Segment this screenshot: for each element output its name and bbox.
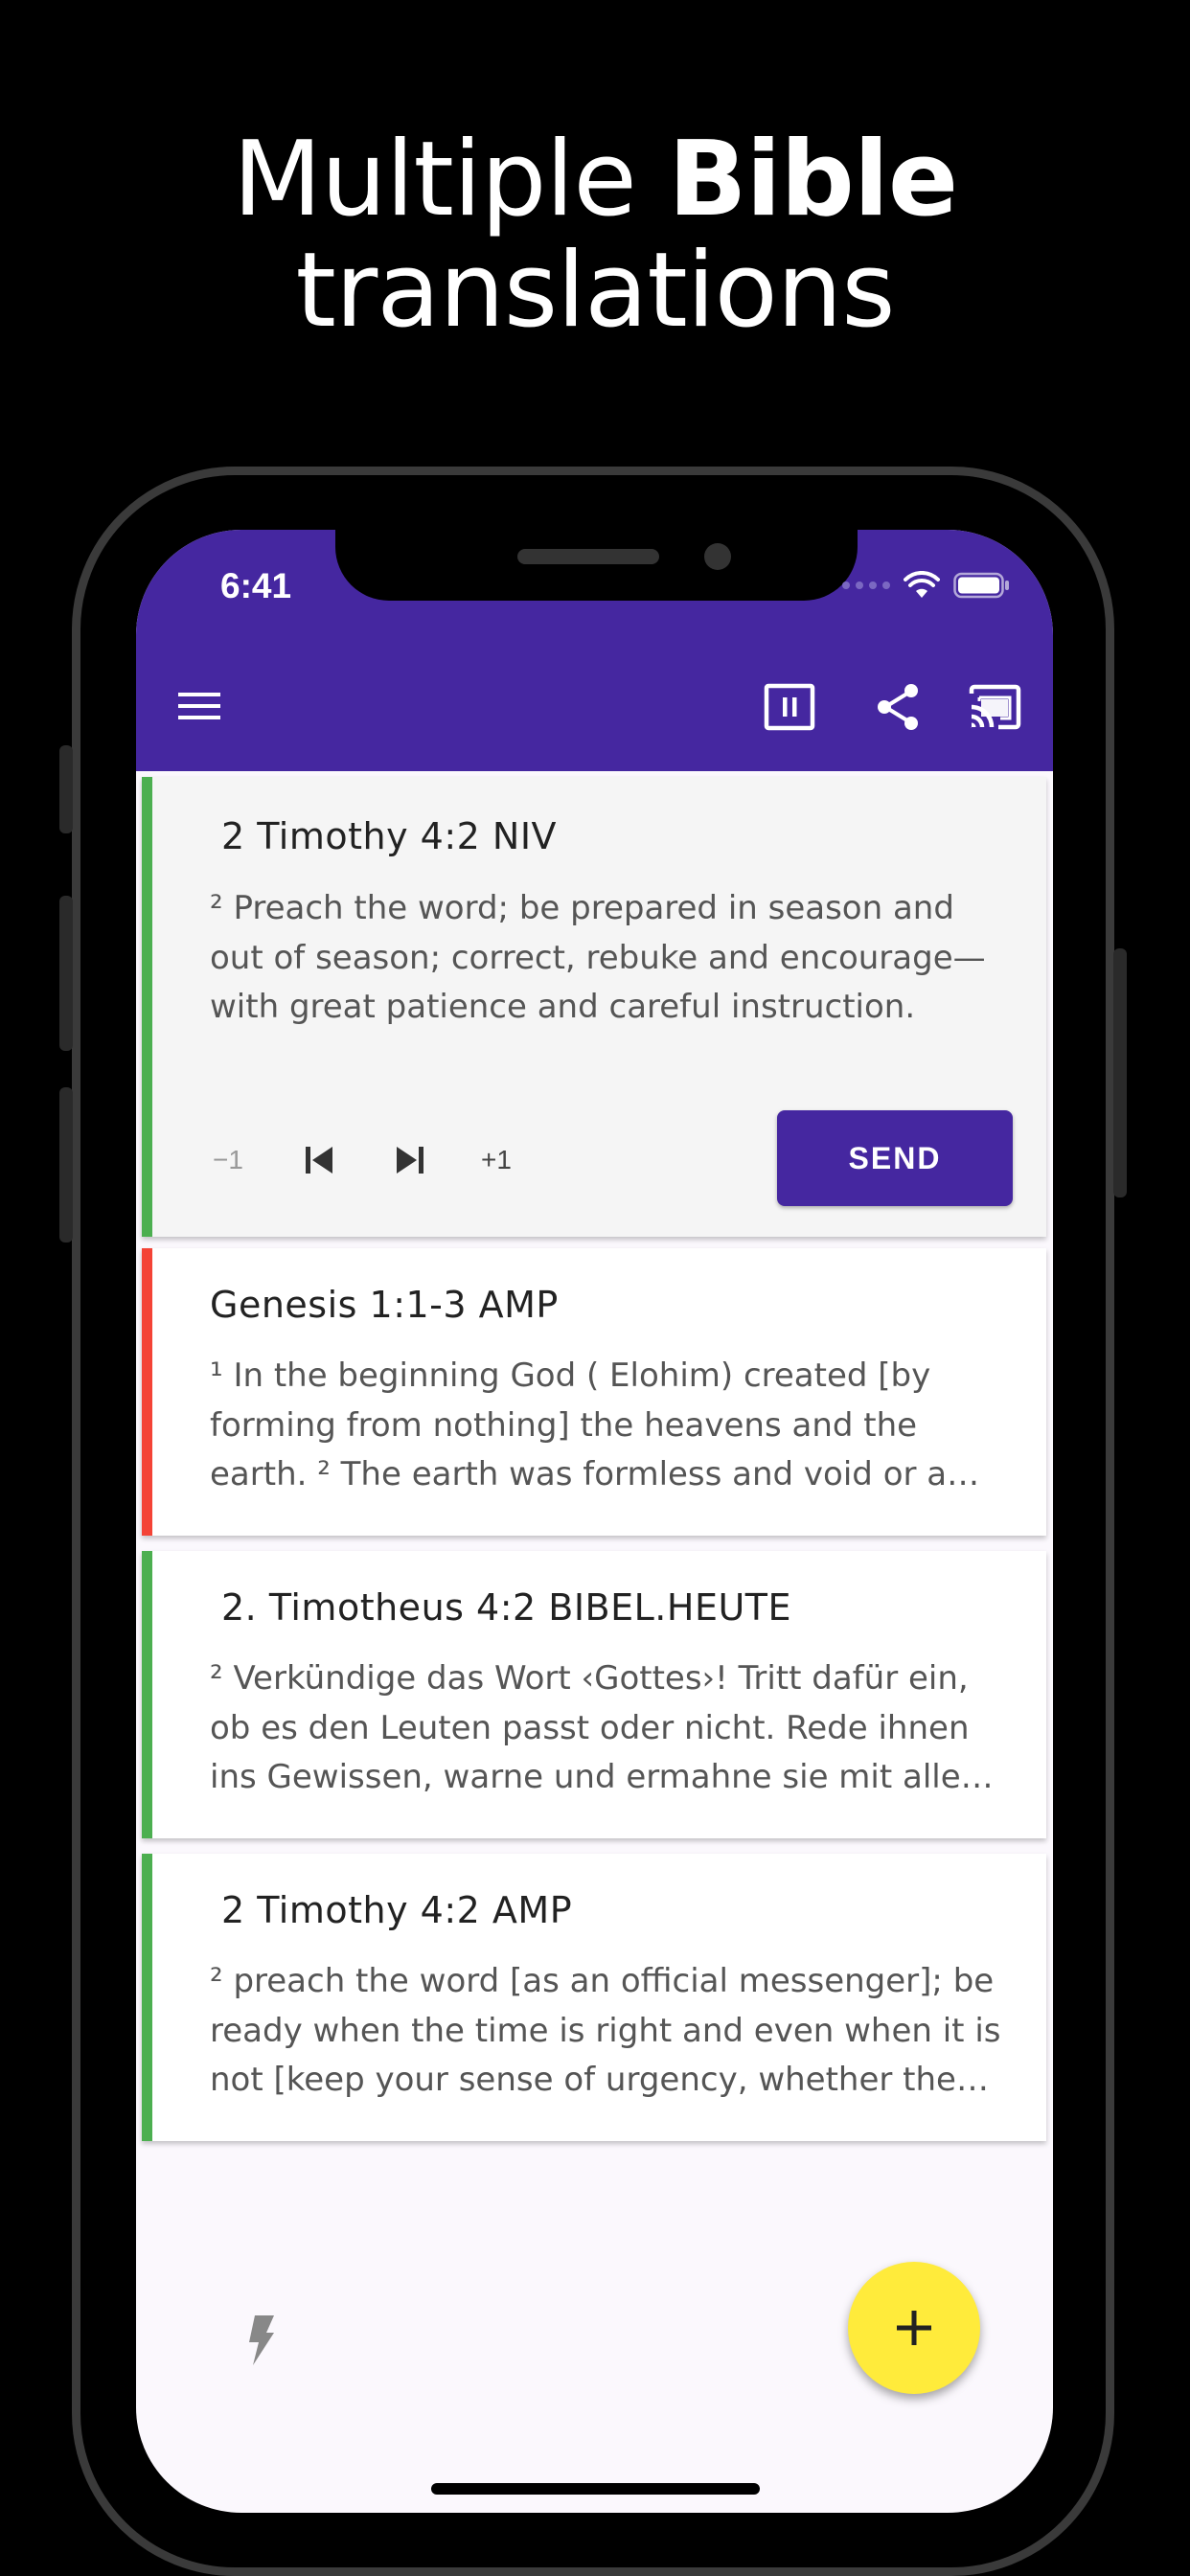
wifi-icon [904,571,940,598]
plus-one-button[interactable]: +1 [463,1112,530,1208]
quick-action-button[interactable] [241,2312,280,2369]
skip-next-icon [397,1147,423,1174]
pause-button[interactable] [761,678,818,736]
cast-icon [969,684,1021,730]
notch [335,530,858,601]
passage-card[interactable]: 2. Timotheus 4:2 BIBEL.HEUTE ² Verkündig… [142,1551,1046,1838]
pause-icon [764,683,815,731]
cast-button[interactable] [966,678,1023,736]
minus-one-button[interactable]: −1 [199,1112,257,1208]
home-indicator[interactable] [431,2483,760,2495]
add-passage-button[interactable] [848,2262,980,2394]
next-verse-button[interactable] [377,1112,444,1208]
passage-title: 2 Timothy 4:2 NIV [221,815,558,857]
menu-icon [178,693,220,719]
speaker-grille [517,549,659,564]
phone-volume-down [59,1087,73,1242]
skip-previous-icon [306,1147,332,1174]
passage-title: Genesis 1:1-3 AMP [210,1284,559,1326]
passage-text: ¹ In the beginning God ( Elohim) created… [210,1356,948,1493]
passage-card[interactable]: Genesis 1:1-3 AMP ¹ In the beginning God… [142,1248,1046,1536]
passage-text: ² Verkündige das Wort ‹Gottes›! Tritt da… [210,1659,974,1796]
passage-title: 2. Timotheus 4:2 BIBEL.HEUTE [221,1586,791,1629]
passage-card[interactable]: 2 Timothy 4:2 NIV ² Preach the word; be … [142,777,1046,1237]
phone-screen: 6:41 2 Timothy 4:2 NIV ² Preach the word… [136,530,1053,2513]
headline-light: Multiple [232,120,637,239]
headline-bold: Bible [668,120,958,239]
signal-icon [842,581,890,589]
share-button[interactable] [870,678,927,736]
passage-accent-bar [142,777,152,1237]
status-icons [842,570,1011,601]
phone-volume-up [59,896,73,1051]
app-bar: 6:41 [136,530,1053,771]
status-time: 6:41 [220,566,292,605]
previous-verse-button[interactable] [286,1112,353,1208]
headline-line-2: translations [295,231,896,351]
phone-silent-switch [59,745,73,833]
passage-accent-bar [142,1854,152,2141]
passage-title: 2 Timothy 4:2 AMP [221,1889,573,1931]
marketing-headline: Multiple Bible translations [0,125,1190,347]
phone-power-button [1113,948,1127,1197]
headline-line-1: Multiple Bible [0,125,1190,236]
passage-accent-bar [142,1551,152,1838]
lightning-icon [249,2315,274,2365]
passage-text: ² Preach the word; be prepared in season… [210,889,986,1026]
passage-text: ² preach the word [as an official messen… [210,1962,1001,2099]
front-camera [704,543,731,570]
menu-button[interactable] [174,683,224,729]
passage-card[interactable]: 2 Timothy 4:2 AMP ² preach the word [as … [142,1854,1046,2141]
passage-accent-bar [142,1248,152,1536]
plus-icon [897,2311,931,2345]
send-button[interactable]: SEND [777,1110,1013,1206]
share-icon [878,684,918,730]
battery-icon [953,572,1009,599]
